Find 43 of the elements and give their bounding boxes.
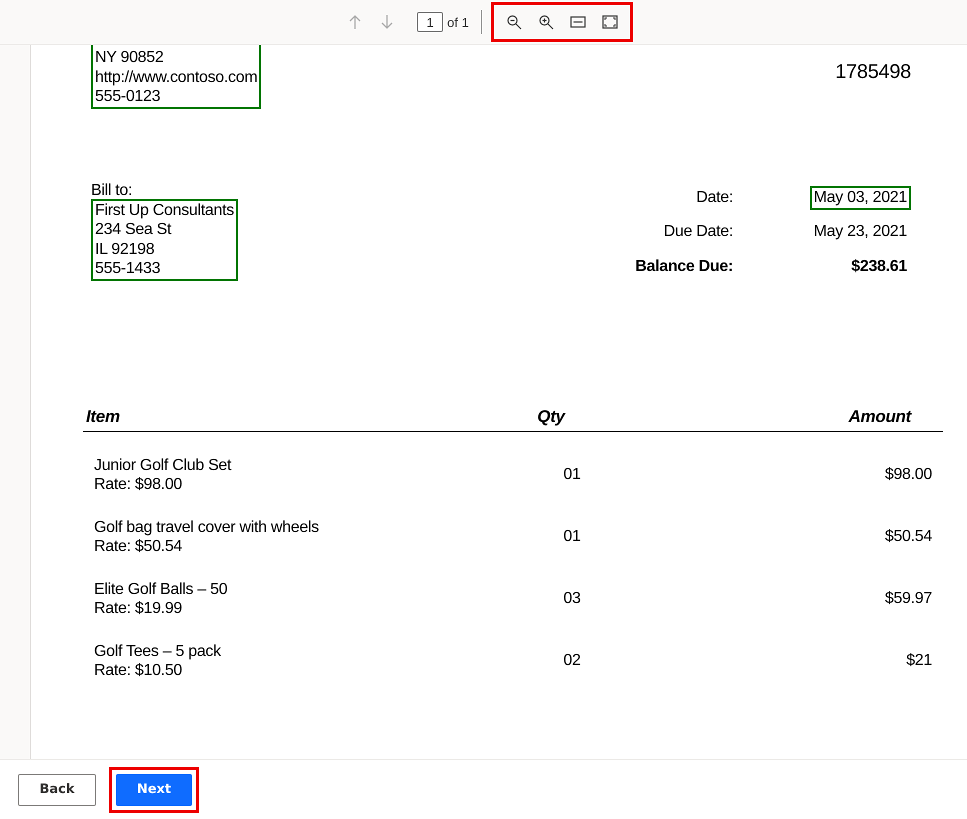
item-rate: Rate: $50.54 (94, 536, 184, 556)
address-line: 234 Sea St (95, 220, 172, 240)
amount-cell-text: $59.97 (884, 589, 932, 608)
fit-page-icon (602, 14, 618, 30)
address-line: 555-1433 (95, 259, 162, 278)
item-name: Golf bag travel cover with wheels (94, 518, 320, 536)
down-arrow-icon (379, 14, 396, 30)
summary-label: Due Date: (662, 222, 734, 242)
page-number-field[interactable]: 1 (417, 12, 444, 32)
summary-label: Balance Due: (634, 257, 734, 278)
column-header: Amount (847, 406, 911, 426)
item-rate: Rate: $10.50 (94, 660, 184, 680)
invoice-number: 1785498 (835, 61, 911, 85)
zoom-in-icon (538, 14, 554, 30)
back-button[interactable]: Back (18, 774, 96, 806)
bill-to-label: Bill to: (91, 182, 134, 198)
address-line: First Up Consultants (95, 200, 234, 220)
amount-cell-text: $21 (905, 651, 932, 670)
summary-value: $238.61 (850, 257, 908, 278)
amount-cell-text: $50.54 (884, 527, 932, 546)
quantity-cell-text: 02 (562, 651, 582, 670)
address-line: IL 92198 (95, 240, 156, 259)
fit-width-icon (570, 14, 586, 30)
next-button[interactable]: Next (116, 774, 192, 806)
quantity-cell-text: 01 (562, 527, 582, 546)
page-count: of 1 (447, 14, 469, 30)
item-rate: Rate: $98.00 (94, 474, 184, 494)
summary-label: Date: (695, 188, 734, 208)
quantity-cell-text: 01 (562, 465, 582, 484)
quantity-cell-text: 03 (562, 589, 582, 608)
summary-value: May 03, 2021 (810, 186, 911, 210)
summary-value: May 23, 2021 (812, 222, 908, 242)
column-header: Item (86, 406, 121, 426)
amount-cell-text: $98.00 (884, 465, 932, 484)
address-line: 555-0123 (95, 87, 162, 106)
address-line: http://www.contoso.com (95, 68, 258, 87)
item-rate: Rate: $19.99 (94, 598, 184, 618)
address-line: NY 90852 (95, 48, 164, 68)
item-name: Elite Golf Balls – 50 (94, 580, 228, 598)
zoom-out-icon (506, 14, 522, 30)
item-name: Junior Golf Club Set (94, 456, 232, 474)
column-header: Qty (536, 406, 566, 426)
item-name: Golf Tees – 5 pack (94, 642, 222, 660)
